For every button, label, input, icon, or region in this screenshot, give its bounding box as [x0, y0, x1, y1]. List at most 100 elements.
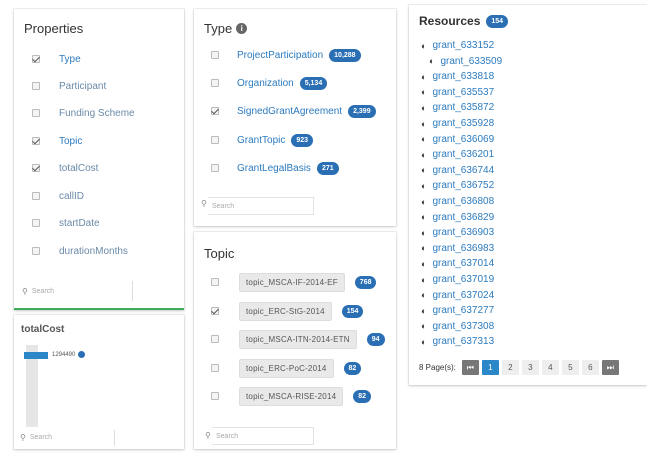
property-item[interactable]: Topic — [32, 134, 82, 148]
property-item[interactable]: Participant — [32, 79, 106, 93]
property-item[interactable]: startDate — [32, 216, 100, 230]
property-checkbox[interactable] — [32, 55, 40, 63]
topic-item[interactable]: topic_ERC-StG-2014 154 — [211, 301, 364, 321]
resource-link[interactable]: grant_637014 — [432, 258, 494, 269]
property-checkbox[interactable] — [32, 192, 40, 200]
type-search-input[interactable]: Search — [208, 197, 314, 215]
resource-item[interactable]: ◐ grant_636903 — [421, 226, 494, 239]
resource-link[interactable]: grant_636201 — [432, 149, 494, 160]
type-checkbox[interactable] — [211, 51, 219, 59]
resource-link[interactable]: grant_637308 — [432, 321, 494, 332]
resource-item[interactable]: ◐ grant_636069 — [421, 133, 494, 146]
topic-checkbox[interactable] — [211, 392, 219, 400]
resource-link[interactable]: grant_636903 — [432, 227, 494, 238]
type-checkbox[interactable] — [211, 136, 219, 144]
page-button[interactable]: 1 — [481, 360, 499, 375]
resource-link[interactable]: grant_633509 — [440, 56, 502, 67]
type-label[interactable]: GrantTopic — [237, 135, 285, 146]
property-label[interactable]: Funding Scheme — [59, 108, 135, 119]
resource-item[interactable]: ◐ grant_636744 — [421, 164, 494, 177]
topic-item[interactable]: topic_MSCA-IF-2014-EF 768 — [211, 272, 377, 292]
topic-label[interactable]: topic_ERC-StG-2014 — [239, 301, 332, 321]
property-item[interactable]: durationMonths — [32, 244, 128, 258]
totalcost-search[interactable]: ⚲ Search — [20, 433, 52, 442]
page-button[interactable]: 4 — [541, 360, 559, 375]
resource-item[interactable]: ◐ grant_633818 — [421, 70, 494, 83]
topic-label[interactable]: topic_MSCA-ITN-2014-ETN — [239, 329, 357, 349]
slider-track[interactable] — [24, 345, 48, 427]
topic-label[interactable]: topic_MSCA-IF-2014-EF — [239, 272, 345, 292]
topic-checkbox[interactable] — [211, 364, 219, 372]
type-checkbox[interactable] — [211, 164, 219, 172]
resource-link[interactable]: grant_636829 — [432, 212, 494, 223]
resource-item[interactable]: ◐ grant_636829 — [421, 211, 494, 224]
resource-item[interactable]: ◐ grant_637024 — [421, 289, 494, 302]
page-button[interactable]: 2 — [501, 360, 519, 375]
type-label[interactable]: SignedGrantAgreement — [237, 106, 342, 117]
property-label[interactable]: durationMonths — [59, 246, 128, 257]
property-item[interactable]: callID — [32, 189, 84, 203]
topic-search-input[interactable]: Search — [212, 427, 314, 445]
property-item[interactable]: Type — [32, 52, 81, 66]
resource-link[interactable]: grant_633818 — [432, 71, 494, 82]
resource-link[interactable]: grant_636808 — [432, 196, 494, 207]
resource-item[interactable]: ◐ grant_637313 — [421, 335, 494, 348]
property-checkbox[interactable] — [32, 109, 40, 117]
last-page-button[interactable]: ⏭ — [601, 360, 619, 375]
page-button[interactable]: 6 — [581, 360, 599, 375]
property-item[interactable]: totalCost — [32, 161, 98, 175]
resource-item[interactable]: ◐ grant_637019 — [421, 273, 494, 286]
resource-item[interactable]: ◐ grant_637014 — [421, 257, 494, 270]
resource-link[interactable]: grant_637024 — [432, 290, 494, 301]
resource-item[interactable]: ◐ grant_635872 — [421, 101, 494, 114]
properties-search-input[interactable]: Search — [32, 288, 54, 295]
property-checkbox[interactable] — [32, 82, 40, 90]
type-checkbox[interactable] — [211, 107, 219, 115]
property-checkbox[interactable] — [32, 137, 40, 145]
resource-item[interactable]: ◐ grant_633509 — [429, 55, 502, 68]
property-checkbox[interactable] — [32, 219, 40, 227]
resource-item[interactable]: ◐ grant_635928 — [421, 117, 494, 130]
property-label[interactable]: Participant — [59, 81, 106, 92]
type-item[interactable]: Organization 5,134 — [211, 74, 328, 92]
resource-link[interactable]: grant_637313 — [432, 336, 494, 347]
property-label[interactable]: callID — [59, 191, 84, 202]
page-button[interactable]: 3 — [521, 360, 539, 375]
topic-label[interactable]: topic_MSCA-RISE-2014 — [239, 386, 344, 406]
property-label[interactable]: Topic — [59, 136, 82, 147]
property-label[interactable]: Type — [59, 54, 81, 65]
resource-link[interactable]: grant_636983 — [432, 243, 494, 254]
topic-item[interactable]: topic_MSCA-ITN-2014-ETN 94 — [211, 329, 385, 349]
topic-item[interactable]: topic_MSCA-RISE-2014 82 — [211, 386, 372, 406]
type-checkbox[interactable] — [211, 79, 219, 87]
property-checkbox[interactable] — [32, 247, 40, 255]
resource-item[interactable]: ◐ grant_636201 — [421, 148, 494, 161]
type-item[interactable]: GrantTopic 923 — [211, 131, 314, 149]
type-label[interactable]: Organization — [237, 78, 294, 89]
resource-item[interactable]: ◐ grant_633152 — [421, 39, 494, 52]
property-checkbox[interactable] — [32, 164, 40, 172]
type-label[interactable]: ProjectParticipation — [237, 50, 323, 61]
page-button[interactable]: 5 — [561, 360, 579, 375]
type-item[interactable]: SignedGrantAgreement 2,399 — [211, 102, 376, 120]
type-item[interactable]: ProjectParticipation 10,288 — [211, 46, 361, 64]
resource-item[interactable]: ◐ grant_637277 — [421, 304, 494, 317]
slider-handle[interactable] — [24, 352, 48, 359]
totalcost-search-input[interactable]: Search — [30, 434, 52, 441]
resource-item[interactable]: ◐ grant_637308 — [421, 320, 494, 333]
topic-checkbox[interactable] — [211, 335, 219, 343]
resource-item[interactable]: ◐ grant_636808 — [421, 195, 494, 208]
property-label[interactable]: startDate — [59, 218, 100, 229]
resource-link[interactable]: grant_636752 — [432, 180, 494, 191]
resource-link[interactable]: grant_636744 — [432, 165, 494, 176]
resource-item[interactable]: ◐ grant_636983 — [421, 242, 494, 255]
resource-link[interactable]: grant_635537 — [432, 87, 494, 98]
type-label[interactable]: GrantLegalBasis — [237, 163, 311, 174]
topic-label[interactable]: topic_ERC-PoC-2014 — [239, 358, 334, 378]
resource-item[interactable]: ◐ grant_635537 — [421, 86, 494, 99]
first-page-button[interactable]: ⏮ — [461, 360, 479, 375]
resource-link[interactable]: grant_633152 — [432, 40, 494, 51]
topic-checkbox[interactable] — [211, 307, 219, 315]
properties-search[interactable]: ⚲ Search — [22, 287, 54, 296]
topic-checkbox[interactable] — [211, 278, 219, 286]
